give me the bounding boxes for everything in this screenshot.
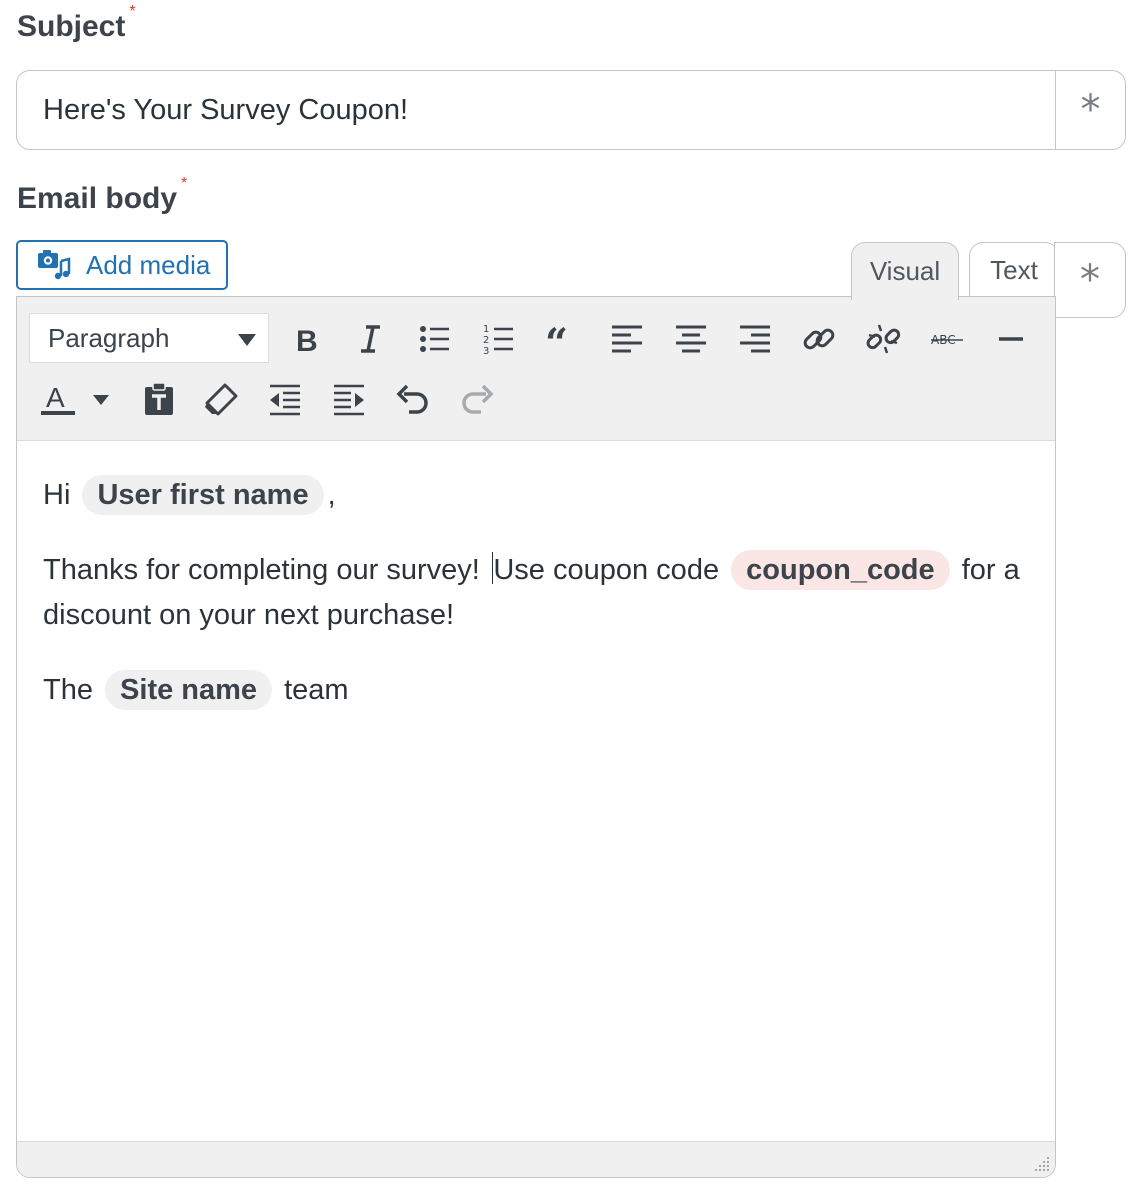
- asterisk-icon: *: [1080, 87, 1101, 133]
- redo-icon: [462, 384, 494, 414]
- bold-icon: B: [296, 325, 318, 357]
- text-color-icon: A: [41, 382, 75, 415]
- add-media-button[interactable]: Add media: [16, 240, 228, 290]
- tab-text[interactable]: Text: [969, 242, 1059, 298]
- align-right-button[interactable]: [733, 317, 777, 361]
- email-body-label-text: Email body: [17, 182, 178, 215]
- smart-tag-user-first-name[interactable]: User first name: [82, 475, 324, 515]
- align-center-icon: [676, 325, 706, 353]
- subject-label: Subject *: [17, 3, 136, 44]
- svg-text:3: 3: [483, 346, 489, 357]
- email-body-label: Email body *: [17, 175, 187, 216]
- align-right-icon: [740, 325, 770, 353]
- indent-icon: [334, 384, 364, 416]
- svg-text:1: 1: [483, 324, 489, 335]
- format-select-value: Paragraph: [48, 322, 170, 353]
- asterisk-icon: *: [1080, 257, 1100, 303]
- horizontal-line-button[interactable]: [989, 317, 1033, 361]
- coupon-paragraph: Thanks for completing our survey! Use co…: [43, 548, 1029, 638]
- align-center-button[interactable]: [669, 317, 713, 361]
- italic-icon: [361, 325, 380, 353]
- link-icon: [803, 328, 835, 350]
- outdent-icon: [270, 384, 300, 416]
- coupon-text: Thanks for completing our survey!: [43, 554, 488, 586]
- coupon-text-after-cursor: Use coupon code: [493, 554, 720, 586]
- subject-label-text: Subject: [17, 10, 126, 43]
- horizontal-line-icon: [999, 337, 1023, 341]
- redo-button[interactable]: [455, 377, 499, 421]
- unlink-icon: [866, 324, 901, 354]
- rich-text-editor: Paragraph B 1 2 3 “ ABC A Hi User first …: [16, 296, 1056, 1178]
- unlink-button[interactable]: [861, 317, 905, 361]
- signoff-paragraph: The Site name team: [43, 668, 1029, 713]
- align-left-button[interactable]: [605, 317, 649, 361]
- clear-formatting-button[interactable]: [199, 377, 243, 421]
- resize-handle-icon[interactable]: [1031, 1153, 1051, 1173]
- media-icon: [38, 250, 71, 280]
- smart-tag-coupon-code[interactable]: coupon_code: [731, 550, 950, 590]
- numbered-list-icon: 1 2 3: [483, 324, 513, 357]
- greeting-suffix: ,: [327, 479, 336, 511]
- bold-button[interactable]: B: [285, 317, 329, 361]
- required-marker: *: [129, 3, 136, 20]
- caret-down-icon: [238, 334, 256, 346]
- undo-button[interactable]: [391, 377, 435, 421]
- svg-text:2: 2: [483, 335, 489, 346]
- align-left-icon: [612, 325, 642, 353]
- signoff-prefix: The: [43, 674, 93, 706]
- smart-tags-button[interactable]: *: [1055, 71, 1125, 149]
- bullet-list-button[interactable]: [413, 317, 457, 361]
- subject-field: *: [16, 70, 1126, 150]
- blockquote-button[interactable]: “: [541, 317, 585, 361]
- paste-as-text-button[interactable]: [137, 377, 181, 421]
- format-select[interactable]: Paragraph: [29, 313, 269, 363]
- bullet-list-icon: [420, 326, 449, 352]
- svg-text:A: A: [46, 382, 65, 413]
- eraser-icon: [205, 383, 238, 416]
- subject-input[interactable]: [17, 71, 1055, 149]
- add-media-label: Add media: [86, 249, 211, 280]
- tab-visual[interactable]: Visual: [851, 242, 959, 300]
- text-color-dropdown-button[interactable]: [83, 377, 119, 421]
- link-button[interactable]: [797, 317, 841, 361]
- svg-text:B: B: [296, 325, 318, 357]
- greeting-prefix: Hi: [43, 479, 71, 511]
- italic-button[interactable]: [348, 317, 392, 361]
- smart-tags-button[interactable]: *: [1054, 242, 1126, 318]
- svg-text:“: “: [545, 321, 568, 357]
- strikethrough-icon: ABC: [931, 333, 963, 347]
- numbered-list-button[interactable]: 1 2 3: [477, 317, 521, 361]
- editor-statusbar: [17, 1141, 1055, 1177]
- smart-tag-site-name[interactable]: Site name: [105, 670, 273, 710]
- strikethrough-button[interactable]: ABC: [925, 317, 969, 361]
- paste-as-text-icon: [145, 382, 173, 415]
- undo-icon: [396, 384, 428, 414]
- editor-toolbar: Paragraph B 1 2 3 “ ABC A: [17, 297, 1055, 441]
- editor-content[interactable]: Hi User first name, Thanks for completin…: [17, 441, 1055, 713]
- signoff-suffix: team: [284, 674, 349, 706]
- greeting-paragraph: Hi User first name,: [43, 473, 1029, 518]
- caret-down-icon: [93, 395, 109, 405]
- text-color-button[interactable]: A: [35, 377, 79, 421]
- indent-button[interactable]: [327, 377, 371, 421]
- outdent-button[interactable]: [263, 377, 307, 421]
- blockquote-icon: “: [545, 321, 568, 357]
- required-marker: *: [181, 175, 188, 192]
